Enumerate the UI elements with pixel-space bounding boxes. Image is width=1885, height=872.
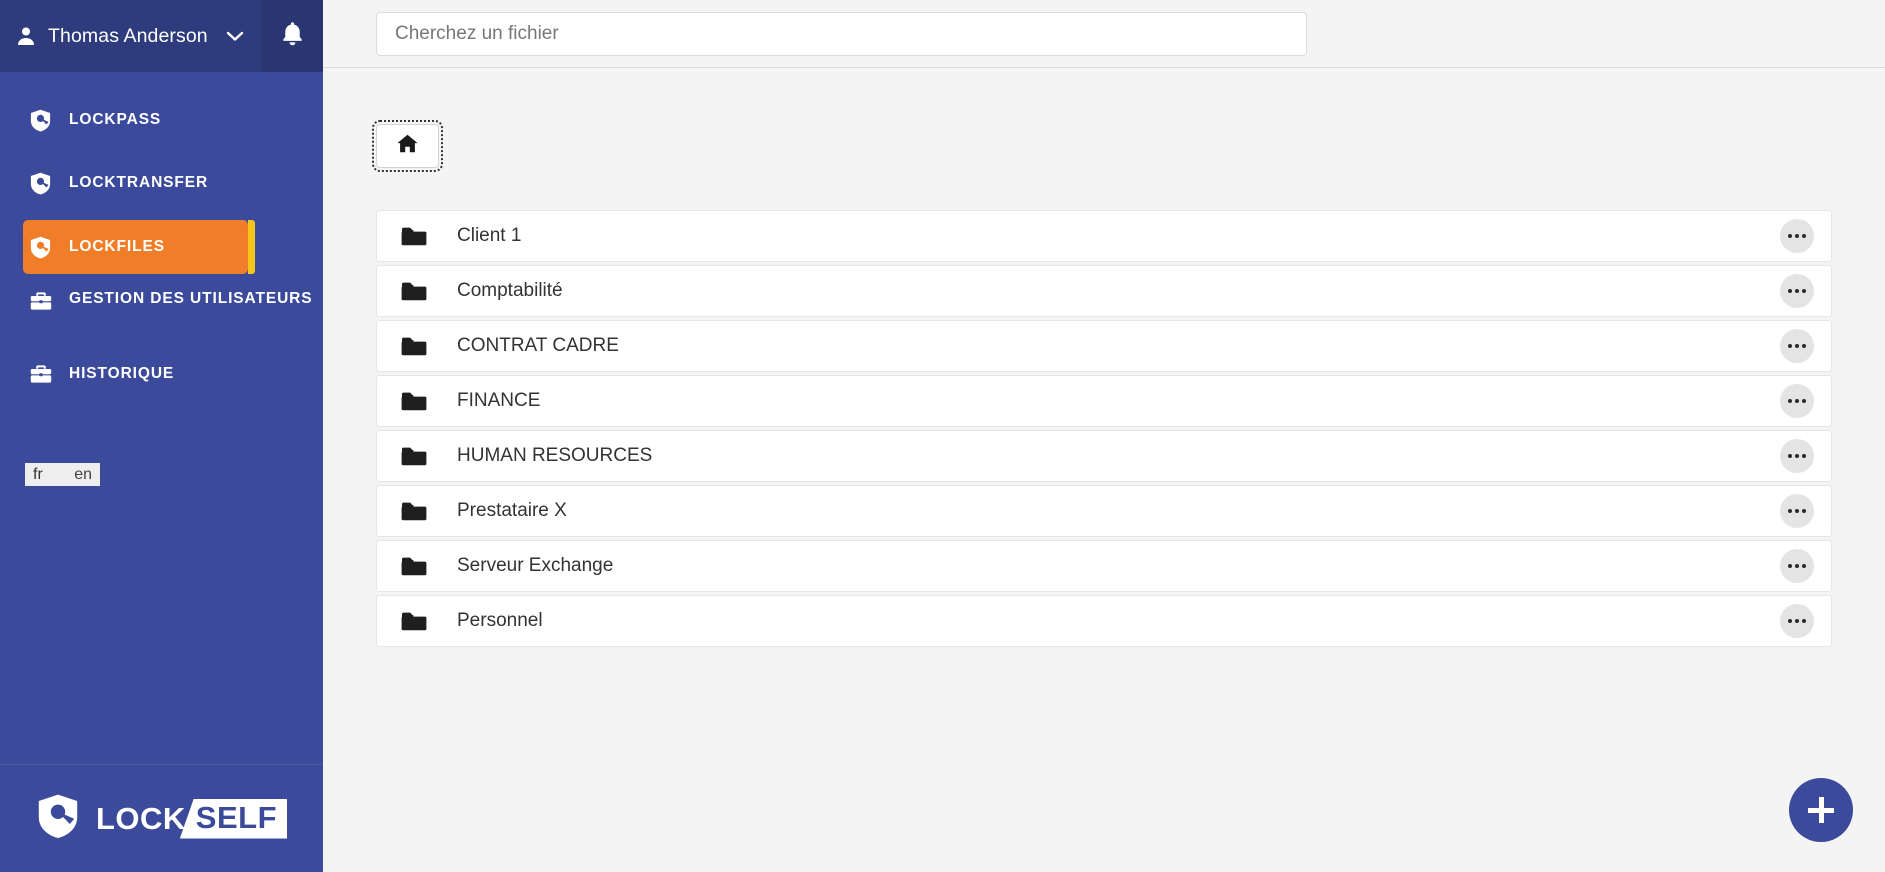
sidebar-item-lockfiles[interactable]: LOCKFILES <box>23 220 248 274</box>
file-name: FINANCE <box>457 390 1780 412</box>
table-row[interactable]: CONTRAT CADRE <box>376 320 1832 372</box>
sidebar-spacer <box>0 486 323 764</box>
more-options-icon[interactable] <box>1780 494 1814 528</box>
shield-icon <box>30 236 54 259</box>
shield-icon <box>30 172 54 195</box>
folder-icon <box>401 226 427 247</box>
add-button[interactable] <box>1789 778 1853 842</box>
more-options-icon[interactable] <box>1780 384 1814 418</box>
table-row[interactable]: FINANCE <box>376 375 1832 427</box>
sidebar-item-locktransfer[interactable]: LOCKTRANSFER <box>0 157 323 209</box>
logo-self-text: SELF <box>180 799 287 839</box>
user-name: Thomas Anderson <box>48 25 208 48</box>
shield-logo-icon <box>36 793 80 844</box>
sidebar-item-label: HISTORIQUE <box>69 364 174 384</box>
language-option-fr[interactable]: fr <box>33 467 43 483</box>
folder-icon <box>401 501 427 522</box>
notifications-button[interactable] <box>262 0 323 72</box>
table-row[interactable]: Client 1 <box>376 210 1832 262</box>
file-name: Personnel <box>457 610 1780 632</box>
top-bar <box>323 0 1885 68</box>
more-options-icon[interactable] <box>1780 549 1814 583</box>
sidebar-item-label: LOCKPASS <box>69 110 161 130</box>
sidebar-item-label: LOCKTRANSFER <box>69 173 208 193</box>
file-name: Prestataire X <box>457 500 1780 522</box>
file-name: Comptabilité <box>457 280 1780 302</box>
table-row[interactable]: HUMAN RESOURCES <box>376 430 1832 482</box>
logo-wordmark: LOCKSELF <box>96 799 287 839</box>
table-row[interactable]: Prestataire X <box>376 485 1832 537</box>
file-name: HUMAN RESOURCES <box>457 445 1780 467</box>
more-options-icon[interactable] <box>1780 604 1814 638</box>
more-options-icon[interactable] <box>1780 329 1814 363</box>
search-input[interactable] <box>376 12 1307 56</box>
home-icon <box>397 134 418 158</box>
briefcase-icon <box>30 291 54 311</box>
bell-icon <box>281 21 304 51</box>
sidebar-item-gestion-des-utilisateurs[interactable]: GESTION DES UTILISATEURS <box>0 285 323 337</box>
briefcase-icon <box>30 364 54 384</box>
folder-icon <box>401 336 427 357</box>
content-area: Client 1 Comptabilité <box>323 68 1885 872</box>
table-row[interactable]: Personnel <box>376 595 1832 647</box>
sidebar-item-historique[interactable]: HISTORIQUE <box>0 348 323 400</box>
logo-lock-text: LOCK <box>96 801 186 837</box>
table-row[interactable]: Serveur Exchange <box>376 540 1832 592</box>
language-switcher[interactable]: fr en <box>25 463 100 486</box>
folder-icon <box>401 281 427 302</box>
language-option-en[interactable]: en <box>74 467 92 483</box>
user-icon <box>16 26 36 46</box>
folder-icon <box>401 556 427 577</box>
sidebar-item-lockpass[interactable]: LOCKPASS <box>0 94 323 146</box>
user-menu-trigger[interactable]: Thomas Anderson <box>16 0 262 72</box>
more-options-icon[interactable] <box>1780 219 1814 253</box>
user-bar: Thomas Anderson <box>0 0 323 72</box>
file-name: CONTRAT CADRE <box>457 335 1780 357</box>
shield-icon <box>30 109 54 132</box>
file-name: Serveur Exchange <box>457 555 1780 577</box>
sidebar: Thomas Anderson <box>0 0 323 872</box>
brand-logo: LOCKSELF <box>0 764 323 872</box>
sidebar-nav: LOCKPASS LOCKTRANSFER <box>0 72 323 411</box>
chevron-down-icon[interactable] <box>226 30 244 42</box>
sidebar-item-label: GESTION DES UTILISATEURS <box>69 289 313 309</box>
more-options-icon[interactable] <box>1780 439 1814 473</box>
breadcrumb-home-button[interactable] <box>376 124 439 168</box>
app-root: Thomas Anderson <box>0 0 1885 872</box>
folder-icon <box>401 391 427 412</box>
main-area: Client 1 Comptabilité <box>323 0 1885 872</box>
file-name: Client 1 <box>457 225 1780 247</box>
folder-icon <box>401 611 427 632</box>
more-options-icon[interactable] <box>1780 274 1814 308</box>
table-row[interactable]: Comptabilité <box>376 265 1832 317</box>
sidebar-item-label: LOCKFILES <box>69 237 165 257</box>
folder-icon <box>401 446 427 467</box>
file-list: Client 1 Comptabilité <box>376 210 1832 647</box>
